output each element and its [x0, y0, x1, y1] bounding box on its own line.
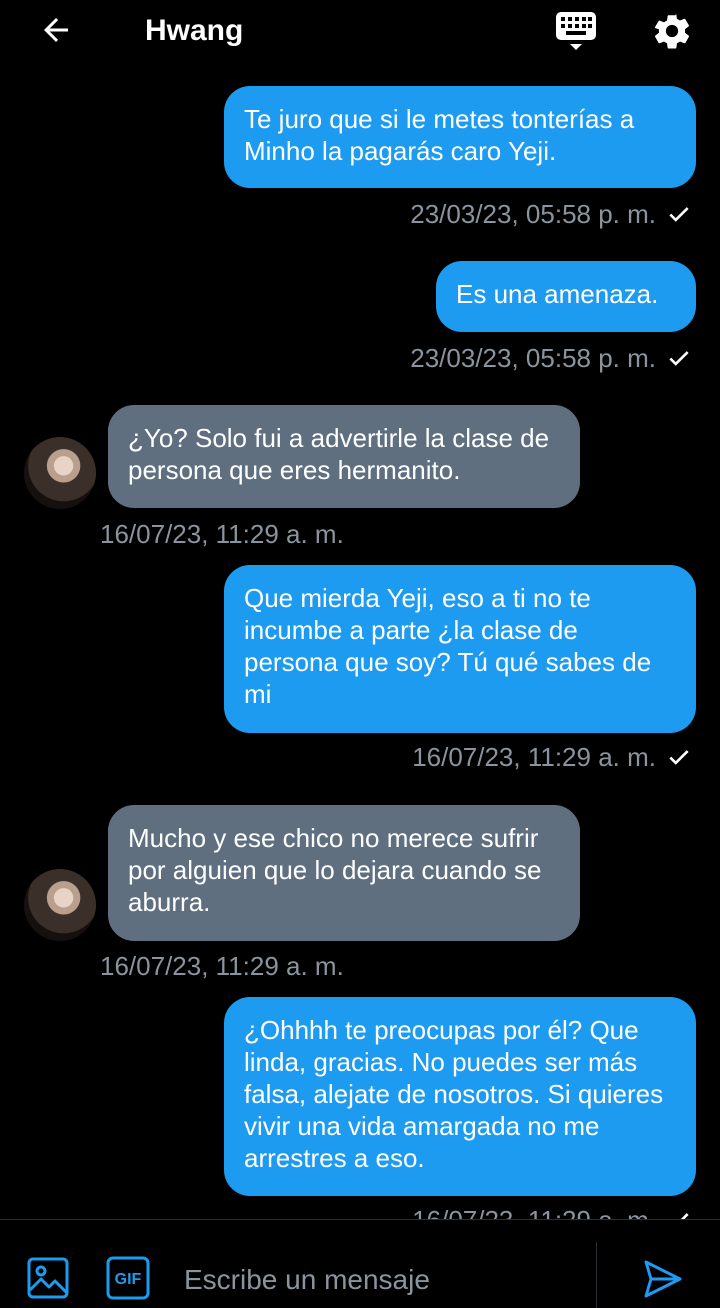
outgoing-message-bubble[interactable]: Que mierda Yeji, eso a ti no te incumbe …	[224, 565, 696, 733]
message-meta: 16/07/23, 11:29 a. m.	[412, 1204, 692, 1219]
top-bar: Hwang	[0, 0, 720, 62]
composer-divider	[596, 1242, 597, 1308]
outgoing-message-bubble[interactable]: Es una amenaza.	[436, 261, 696, 332]
message-text: Mucho y ese chico no merece sufrir por a…	[128, 823, 542, 917]
contact-avatar[interactable]	[24, 437, 96, 509]
message-composer: GIF	[0, 1219, 720, 1308]
conversation-title: Hwang	[145, 14, 244, 47]
back-button[interactable]	[34, 10, 78, 50]
gear-icon	[654, 14, 690, 49]
check-icon	[680, 1213, 689, 1219]
message-timestamp: 23/03/23, 05:58 p. m.	[410, 343, 656, 373]
send-button[interactable]	[640, 1256, 686, 1302]
incoming-message-bubble[interactable]: ¿Yo? Solo fui a advertirle la clase de p…	[108, 405, 580, 508]
message-list[interactable]: Te juro que si le metes tonterías a Minh…	[0, 62, 720, 1219]
keyboard-icon	[556, 12, 596, 50]
image-icon	[27, 1257, 69, 1299]
gif-label: GIF	[115, 1271, 142, 1288]
attach-image-button[interactable]	[26, 1256, 70, 1300]
check-icon	[669, 351, 689, 366]
outgoing-message-bubble[interactable]: ¿Ohhhh te preocupas por él? Que linda, g…	[224, 997, 696, 1196]
message-timestamp: 16/07/23, 11:29 a. m.	[412, 1204, 656, 1219]
message-timestamp: 23/03/23, 05:58 p. m.	[410, 199, 656, 229]
message-timestamp: 16/07/23, 11:29 a. m.	[100, 519, 344, 549]
message-text: Te juro que si le metes tonterías a Minh…	[244, 104, 635, 166]
message-meta: 16/07/23, 11:29 a. m.	[412, 741, 692, 773]
send-icon	[644, 1260, 682, 1298]
message-text: Es una amenaza.	[456, 279, 659, 309]
contact-avatar[interactable]	[24, 869, 96, 941]
check-icon	[669, 207, 689, 222]
message-meta: 23/03/23, 05:58 p. m.	[410, 198, 692, 230]
message-input[interactable]	[184, 1260, 574, 1300]
message-timestamp: 16/07/23, 11:29 a. m.	[412, 742, 656, 772]
message-text: ¿Yo? Solo fui a advertirle la clase de p…	[128, 423, 550, 485]
incoming-message-bubble[interactable]: Mucho y ese chico no merece sufrir por a…	[108, 805, 580, 941]
message-text: ¿Ohhhh te preocupas por él? Que linda, g…	[244, 1015, 664, 1173]
message-text: Que mierda Yeji, eso a ti no te incumbe …	[244, 583, 652, 709]
gif-button[interactable]: GIF	[106, 1256, 150, 1300]
message-meta: 23/03/23, 05:58 p. m.	[410, 342, 692, 374]
keyboard-button[interactable]	[552, 8, 600, 54]
outgoing-message-bubble[interactable]: Te juro que si le metes tonterías a Minh…	[224, 86, 696, 188]
message-timestamp: 16/07/23, 11:29 a. m.	[100, 951, 344, 981]
check-icon	[669, 750, 689, 765]
gif-icon: GIF	[106, 1256, 150, 1300]
settings-button[interactable]	[648, 8, 696, 54]
arrow-left-icon	[44, 18, 68, 42]
